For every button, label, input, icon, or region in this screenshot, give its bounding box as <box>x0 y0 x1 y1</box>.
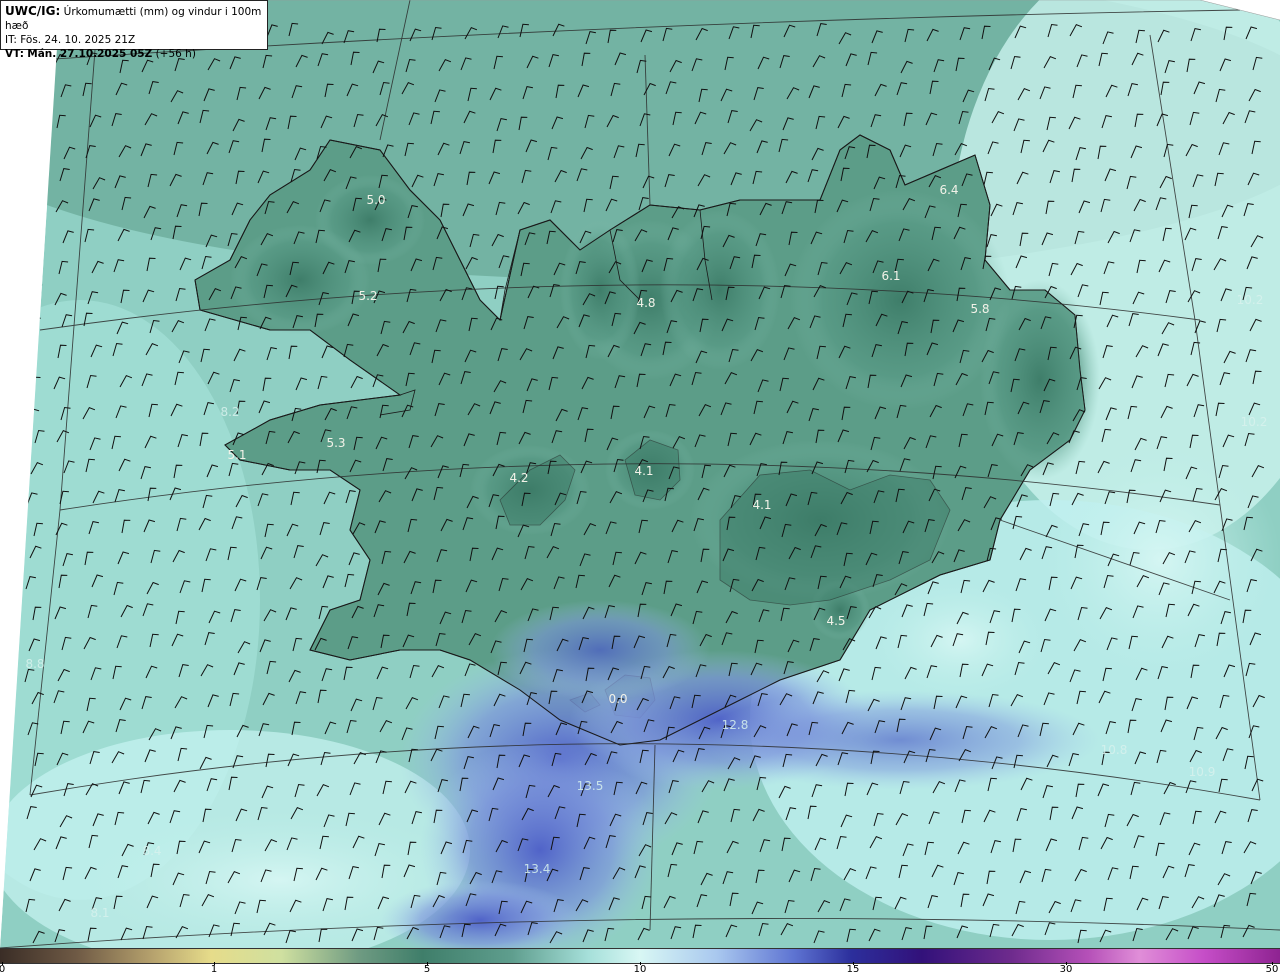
value-label-nordaustur: 6.1 <box>881 269 900 283</box>
lead-time: (+56 h) <box>155 48 196 60</box>
value-label-sudurland-coast: 12.8 <box>722 718 749 732</box>
value-label-oraefajokull: 4.5 <box>826 614 845 628</box>
colorbar-tick-label: 0 <box>0 964 6 975</box>
value-label-east-sea-south: 10.2 <box>1241 415 1268 429</box>
value-label-vestfirdir: 5.2 <box>358 289 377 303</box>
value-label-myrdalsjokull: 0.0 <box>608 692 627 706</box>
value-label-faxafloi: 8.2 <box>220 405 239 419</box>
value-label-austfirdir: 5.8 <box>970 302 989 316</box>
value-label-southeast-sea: 10.9 <box>1189 765 1216 779</box>
value-label-west-sea: 8.8 <box>25 657 44 671</box>
colorbar-tick-label: 30 <box>1059 964 1073 975</box>
value-label-snaefellsnes-north: 5.3 <box>326 436 345 450</box>
value-label-southeast-sea-2: 10.8 <box>1101 743 1128 757</box>
value-label-trollaskagi: 4.8 <box>636 296 655 310</box>
model-domain: 5.0 5.2 5.3 5.1 4.2 4.1 4.1 4.8 6.1 6.4 5.8 4.5 12.8… <box>0 0 1280 948</box>
colorbar-tick-label: 10 <box>633 964 647 975</box>
valid-prefix: VT: <box>5 48 24 60</box>
precipitation-wind-map: 5.0 5.2 5.3 5.1 4.2 4.1 4.1 4.8 6.1 6.4 5.8 4.5 12.8… <box>0 0 1280 948</box>
value-label-southwest-sea: 8.4 <box>142 844 161 858</box>
value-label-south-sea-deep: 13.4 <box>524 862 551 876</box>
colorbar-tick-label: 50 <box>1265 964 1279 975</box>
map-area: 5.0 5.2 5.3 5.1 4.2 4.1 4.1 4.8 6.1 6.4 5.8 4.5 12.8… <box>0 0 1280 948</box>
map-info-box: UWC/IG: Úrkomumætti (mm) og vindur i 100… <box>0 0 268 60</box>
value-label-vatnajokull: 4.1 <box>752 498 771 512</box>
value-label-langjokull: 4.2 <box>509 471 528 485</box>
colorbar-tick-label: 5 <box>423 964 431 975</box>
value-label-langanes: 6.4 <box>939 183 958 197</box>
init-time: IT: Fös. 24. 10. 2025 21Z <box>5 34 136 46</box>
colorbar-tick-label: 1 <box>210 964 218 975</box>
value-label-south-sea: 13.5 <box>577 779 604 793</box>
value-label-southwest-sea-far: 8.1 <box>90 906 109 920</box>
product-code: UWC/IG: <box>5 4 61 18</box>
colorbar-tick-label: 15 <box>846 964 860 975</box>
valid-time: Mán. 27.10.2025 05Z <box>27 48 153 60</box>
value-label-east-sea-north: 10.2 <box>1237 293 1264 307</box>
value-label-snaefellsnes-tip: 5.1 <box>227 448 246 462</box>
value-label-hofsjokull: 4.1 <box>634 464 653 478</box>
value-label-vestfirdir-north: 5.0 <box>366 193 385 207</box>
